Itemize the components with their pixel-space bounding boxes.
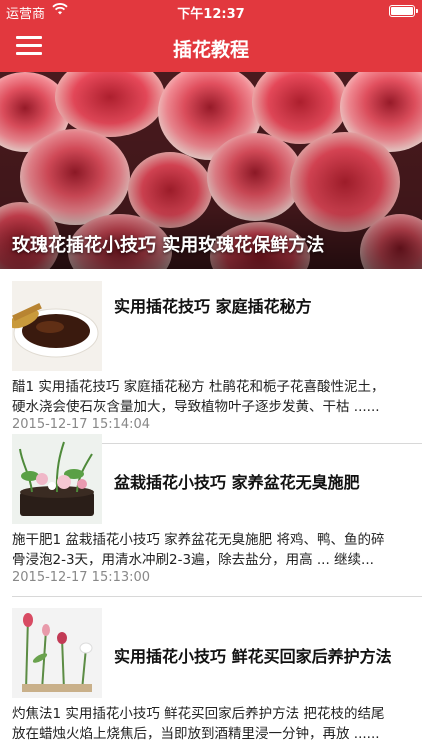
featured-article-banner[interactable]: 玫瑰花插花小技巧 实用玫瑰花保鲜方法	[0, 72, 422, 269]
status-time: 下午12:37	[177, 7, 245, 22]
status-bar: 运营商 下午12:37	[0, 0, 422, 22]
article-title: 实用插花技巧 家庭插花秘方	[114, 297, 312, 316]
article-summary: 醋1 实用插花技巧 家庭插花秘方 杜鹃花和栀子花喜酸性泥土， 硬水浇会使石灰含量…	[12, 377, 412, 417]
page-title: 插花教程	[172, 39, 249, 61]
summary-line: 骨浸泡2-3天，用清水冲刷2-3遍，除去盐分，用高 ... 继续...	[12, 552, 374, 568]
summary-line: 施干肥1 盆栽插花小技巧 家养盆花无臭施肥 将鸡、鸭、鱼的碎	[12, 532, 385, 548]
summary-line: 硬水浇会使石灰含量加大，导致植物叶子逐步发黄、干枯 ......	[12, 399, 380, 415]
article-date: 2015-12-17 15:13:00	[12, 570, 151, 585]
article-thumbnail	[12, 608, 102, 698]
summary-line: 醋1 实用插花技巧 家庭插花秘方 杜鹃花和栀子花喜酸性泥土，	[12, 379, 385, 395]
article-summary: 施干肥1 盆栽插花小技巧 家养盆花无臭施肥 将鸡、鸭、鱼的碎 骨浸泡2-3天，用…	[12, 530, 412, 570]
article-item[interactable]: 实用插花小技巧 鲜花买回家后养护方法 灼焦法1 实用插花小技巧 鲜花买回家后养护…	[0, 596, 422, 750]
banner-caption: 玫瑰花插花小技巧 实用玫瑰花保鲜方法	[12, 235, 325, 256]
article-item[interactable]: 盆栽插花小技巧 家养盆花无臭施肥 施干肥1 盆栽插花小技巧 家养盆花无臭施肥 将…	[0, 422, 422, 597]
article-item[interactable]: 实用插花技巧 家庭插花秘方 醋1 实用插花技巧 家庭插花秘方 杜鹃花和栀子花喜酸…	[0, 269, 422, 444]
navigation-bar: 插花教程	[0, 22, 422, 72]
article-title: 实用插花小技巧 鲜花买回家后养护方法	[114, 647, 392, 666]
article-summary: 灼焦法1 实用插花小技巧 鲜花买回家后养护方法 把花枝的结尾 放在蜡烛火焰上烧焦…	[12, 704, 412, 744]
battery-icon	[389, 5, 418, 17]
article-thumbnail	[12, 434, 102, 524]
summary-line: 灼焦法1 实用插花小技巧 鲜花买回家后养护方法 把花枝的结尾	[12, 706, 385, 722]
summary-line: 放在蜡烛火焰上烧焦后，当即放到酒精里浸一分钟，再放 ......	[12, 726, 380, 742]
article-thumbnail	[12, 281, 102, 371]
article-title: 盆栽插花小技巧 家养盆花无臭施肥	[114, 473, 360, 492]
